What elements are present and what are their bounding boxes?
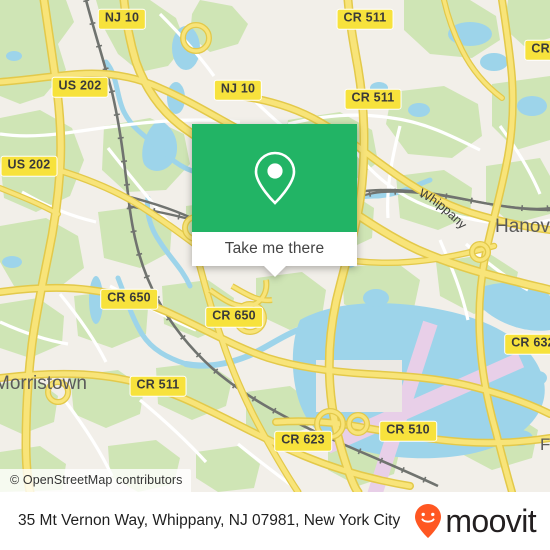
road-shield: CR 511 (344, 88, 402, 110)
moovit-map-screen: Hanover Morristown F Whippany River NJ 1… (0, 0, 550, 550)
road-shield: CR 650 (205, 306, 263, 328)
card-pointer-tail (263, 266, 286, 277)
road-shield: CR 511 (336, 8, 394, 30)
road-shield: NJ 10 (97, 8, 147, 30)
take-me-there-label: Take me there (224, 240, 325, 257)
card-action-area[interactable]: Take me there (192, 232, 357, 277)
take-me-there-card[interactable]: Take me there (192, 124, 357, 277)
road-shield: CR 650 (100, 288, 158, 310)
osm-attribution[interactable]: © OpenStreetMap contributors (0, 469, 191, 492)
road-shield: CR 5 (524, 39, 550, 61)
place-label-f: F (540, 435, 550, 454)
road-shield: CR 511 (129, 375, 187, 397)
moovit-wordmark: moovit (445, 503, 536, 539)
road-shield: US 202 (0, 155, 58, 177)
footer-bar: 35 Mt Vernon Way, Whippany, NJ 07981, Ne… (0, 492, 550, 550)
place-label-hanover: Hanover (495, 216, 550, 237)
address-text: 35 Mt Vernon Way, Whippany, NJ 07981, Ne… (18, 512, 401, 530)
road-shield: CR 632 (504, 333, 550, 355)
card-pin-area (192, 124, 357, 232)
road-shield: CR 623 (274, 430, 332, 452)
moovit-logo[interactable]: moovit (413, 503, 537, 539)
location-pin-icon (254, 151, 295, 205)
road-shield: CR 510 (379, 420, 437, 442)
moovit-pin-icon (415, 504, 442, 538)
road-shield: NJ 10 (213, 79, 263, 101)
road-shield: US 202 (51, 76, 109, 98)
place-label-morristown: Morristown (0, 373, 87, 394)
